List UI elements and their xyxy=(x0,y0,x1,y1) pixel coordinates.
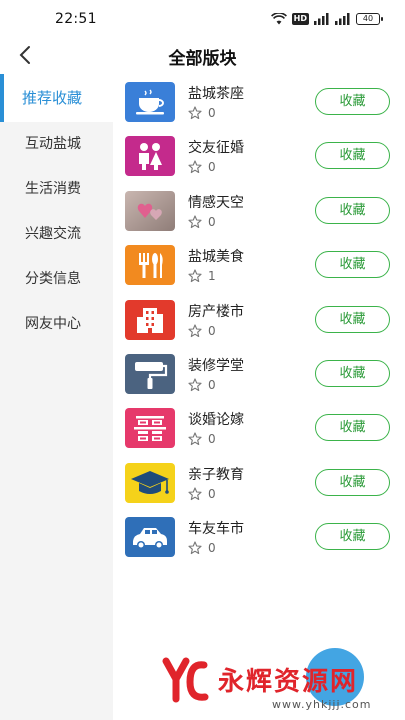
sidebar-item-life[interactable]: 生活消费 xyxy=(0,167,113,212)
watermark-logo-icon xyxy=(162,657,209,703)
status-time: 22:51 xyxy=(55,11,97,27)
favorite-count-value: 0 xyxy=(208,486,216,501)
favorite-button[interactable]: 收藏 xyxy=(315,88,390,115)
favorite-button[interactable]: 收藏 xyxy=(315,414,390,442)
sidebar-item-classified[interactable]: 分类信息 xyxy=(0,257,113,302)
list-item[interactable]: 车友车市 0 收藏 xyxy=(113,509,405,563)
battery-icon: 40 xyxy=(356,13,383,25)
star-icon xyxy=(188,215,202,228)
favorite-button[interactable]: 收藏 xyxy=(315,251,390,279)
favorite-count-value: 0 xyxy=(208,432,216,447)
favorite-button[interactable]: 收藏 xyxy=(315,468,390,496)
forum-name: 盐城美食 xyxy=(188,249,244,266)
status-bar: 22:51 HD 40 xyxy=(0,0,405,40)
graduation-cap-icon xyxy=(125,462,175,503)
list-item[interactable]: 盐城美食 1 收藏 xyxy=(113,237,405,291)
signal-icon xyxy=(314,13,330,25)
star-icon xyxy=(188,378,202,392)
favorite-count-value: 0 xyxy=(208,160,216,175)
watermark: 永辉资源网 www.yhkjjj.com xyxy=(160,655,400,720)
list-item[interactable]: 装修学堂 0 收藏 xyxy=(113,346,405,400)
favorite-button[interactable]: 收藏 xyxy=(315,523,390,551)
forum-name: 房产楼市 xyxy=(188,303,244,320)
list-item[interactable]: 亲子教育 0 收藏 xyxy=(113,455,405,509)
paint-roller-icon xyxy=(125,353,175,394)
sidebar-item-user-center[interactable]: 网友中心 xyxy=(0,302,113,347)
favorite-button[interactable]: 收藏 xyxy=(315,142,390,170)
forum-name: 亲子教育 xyxy=(188,466,244,483)
couple-icon xyxy=(125,136,175,177)
forum-name: 交友征婚 xyxy=(188,140,244,157)
forum-name: 谈婚论嫁 xyxy=(188,412,244,429)
sidebar-item-interactive[interactable]: 互动盐城 xyxy=(0,122,113,167)
favorite-count-value: 0 xyxy=(208,541,216,556)
favorite-count: 0 xyxy=(188,541,216,555)
signal-icon-2 xyxy=(335,13,351,25)
favorite-count: 0 xyxy=(188,487,216,501)
favorite-count: 0 xyxy=(188,378,216,392)
favorite-count-value: 0 xyxy=(208,106,216,120)
forum-name: 盐城茶座 xyxy=(188,86,244,102)
star-icon xyxy=(188,432,202,446)
header: 全部版块 xyxy=(0,36,405,74)
building-icon xyxy=(125,299,175,340)
favorite-button[interactable]: 收藏 xyxy=(315,305,390,333)
list-item[interactable]: 谈婚论嫁 0 收藏 xyxy=(113,400,405,454)
star-icon xyxy=(188,106,202,120)
star-icon xyxy=(188,541,202,555)
forum-name: 情感天空 xyxy=(188,194,244,211)
star-icon xyxy=(188,487,202,500)
sidebar-item-interest[interactable]: 兴趣交流 xyxy=(0,212,113,257)
list-item[interactable]: 盐城茶座 0 收藏 xyxy=(113,74,405,128)
forum-name: 车友车市 xyxy=(188,521,244,538)
favorite-count-value: 1 xyxy=(208,269,216,284)
favorite-count-value: 0 xyxy=(208,377,216,392)
cutlery-icon xyxy=(125,245,175,286)
page-title: 全部版块 xyxy=(168,49,237,69)
status-icons: HD 40 xyxy=(270,13,383,25)
star-icon xyxy=(188,324,202,337)
favorite-count: 0 xyxy=(188,432,216,446)
wifi-icon xyxy=(270,13,287,25)
list-item[interactable]: 交友征婚 0 收藏 xyxy=(113,128,405,182)
star-icon xyxy=(188,269,202,283)
car-icon xyxy=(125,517,175,558)
favorite-count: 0 xyxy=(188,106,216,120)
sidebar-item-recommended[interactable]: 推荐收藏 xyxy=(0,74,113,122)
favorite-count: 0 xyxy=(188,160,216,174)
forum-name: 装修学堂 xyxy=(188,357,244,374)
favorite-button[interactable]: 收藏 xyxy=(315,196,390,224)
star-icon xyxy=(188,160,202,174)
favorite-count: 0 xyxy=(188,215,216,229)
sidebar: 推荐收藏 互动盐城 生活消费 兴趣交流 分类信息 网友中心 xyxy=(0,74,113,720)
double-happiness-icon xyxy=(125,408,175,449)
favorite-count: 0 xyxy=(188,324,216,338)
watermark-url: www.yhkjjj.com xyxy=(272,698,372,711)
heart-photo-icon xyxy=(125,190,175,231)
teacup-icon xyxy=(125,82,175,122)
favorite-count-value: 0 xyxy=(208,214,216,229)
favorite-count: 1 xyxy=(188,269,216,283)
favorite-button[interactable]: 收藏 xyxy=(315,359,390,387)
favorite-count-value: 0 xyxy=(208,323,216,338)
hd-badge: HD xyxy=(291,13,309,25)
list-item[interactable]: 房产楼市 0 收藏 xyxy=(113,292,405,346)
forum-list: 盐城茶座 0 收藏 交友征婚 0 收藏 情感天空 0 收藏 盐城美食 1 收藏 … xyxy=(113,74,405,564)
watermark-text: 永辉资源网 xyxy=(218,667,359,697)
list-item[interactable]: 情感天空 0 收藏 xyxy=(113,183,405,237)
